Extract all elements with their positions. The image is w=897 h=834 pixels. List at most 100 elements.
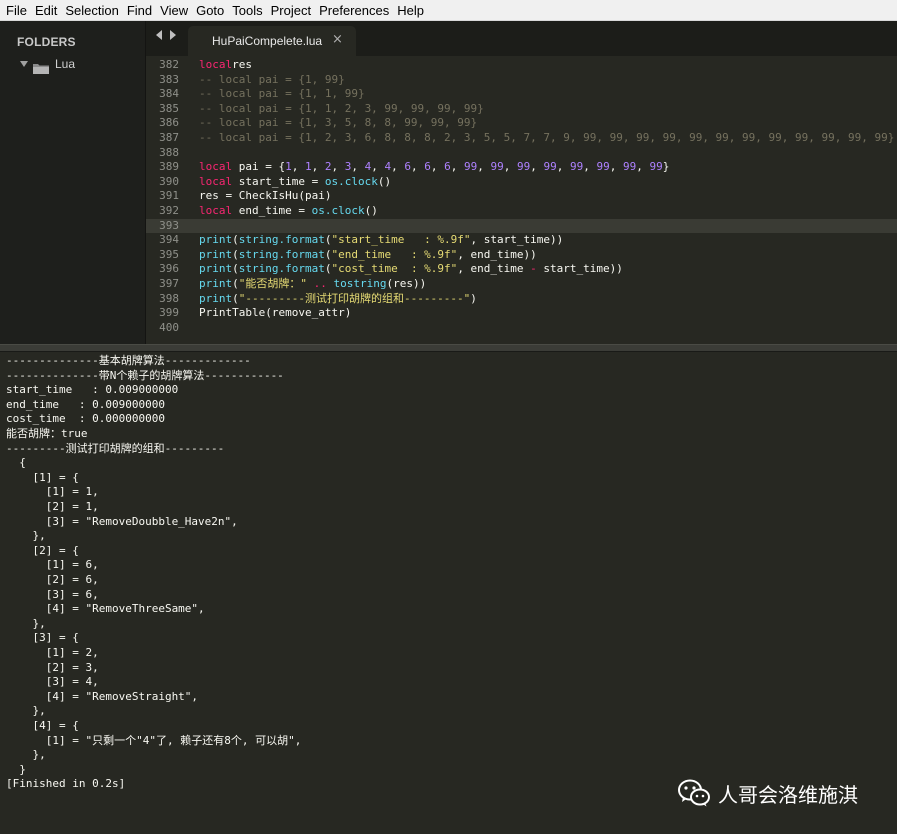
menu-bar: File Edit Selection Find View Goto Tools Projec… bbox=[0, 0, 897, 21]
panel-splitter[interactable] bbox=[0, 344, 897, 352]
code-token: 99 bbox=[490, 160, 504, 174]
code-token: local bbox=[199, 174, 233, 188]
folder-label: Lua bbox=[55, 57, 76, 71]
code-line[interactable]: -- local pai = {1, 1, 2, 3, 99, 99, 99, … bbox=[199, 102, 484, 117]
tab-navigation bbox=[156, 30, 176, 40]
line-number: 384 bbox=[159, 87, 179, 101]
code-line[interactable]: -- local pai = {1, 3, 5, 8, 8, 99, 99, 9… bbox=[199, 116, 477, 131]
code-token: , bbox=[351, 160, 365, 174]
code-line[interactable]: -- local pai = {1, 2, 3, 6, 8, 8, 8, 2, … bbox=[199, 131, 894, 146]
tab-bar: HuPaiCompelete.lua × bbox=[146, 21, 897, 56]
line-number: 400 bbox=[159, 320, 179, 334]
code-token: string.format bbox=[238, 262, 325, 276]
line-number: 389 bbox=[159, 160, 179, 174]
code-token: 6 bbox=[404, 160, 411, 174]
code-token: () bbox=[377, 174, 392, 188]
code-token: , bbox=[636, 160, 650, 174]
output-line: [1] = "只剩一个"4"了, 赖子还有8个, 可以胡", bbox=[6, 733, 302, 747]
line-number: 382 bbox=[159, 58, 179, 71]
code-token: local bbox=[199, 58, 233, 71]
menu-edit[interactable]: Edit bbox=[31, 0, 61, 21]
menu-goto[interactable]: Goto bbox=[192, 0, 228, 21]
code-editor[interactable]: 382 383 384 385 386 387 388 389 390 391 392 393 394 3… bbox=[146, 56, 897, 344]
line-number-gutter: 382 383 384 385 386 387 388 389 390 391 392 393 394 3… bbox=[146, 56, 194, 344]
code-token: } bbox=[662, 160, 670, 174]
code-token: , bbox=[391, 160, 405, 174]
code-token: "能否胡牌：" bbox=[238, 277, 307, 290]
output-line: [3] = 4, bbox=[6, 675, 99, 689]
code-line[interactable]: local pai = {1, 1, 2, 3, 4, 4, 6, 6, 6, … bbox=[199, 160, 669, 175]
expand-triangle-icon[interactable] bbox=[20, 61, 28, 67]
code-line[interactable]: localres bbox=[199, 58, 252, 73]
code-token: .. bbox=[313, 277, 327, 290]
output-line: }, bbox=[6, 704, 46, 718]
line-number: 394 bbox=[159, 233, 179, 247]
line-number: 396 bbox=[159, 262, 179, 276]
code-token: -- local pai = {1, 1, 2, 3, 99, 99, 99, … bbox=[199, 101, 484, 115]
line-number: 391 bbox=[159, 189, 179, 203]
code-token: start_time = bbox=[232, 174, 325, 188]
code-token: , bbox=[556, 160, 570, 174]
sidebar: FOLDERS Lua bbox=[0, 21, 146, 344]
code-token: 99 bbox=[596, 160, 610, 174]
code-line[interactable]: -- local pai = {1, 99} bbox=[199, 73, 345, 88]
code-token: end_time = bbox=[232, 204, 312, 217]
code-line[interactable]: -- local pai = {1, 1, 99} bbox=[199, 87, 365, 102]
code-token: , bbox=[291, 160, 305, 174]
tab-prev-icon[interactable] bbox=[156, 30, 162, 40]
code-line[interactable]: print("能否胡牌：" .. tostring(res)) bbox=[199, 277, 426, 292]
code-token: , bbox=[430, 160, 445, 174]
output-line: }, bbox=[6, 748, 46, 762]
menu-project[interactable]: Project bbox=[267, 0, 315, 21]
menu-file[interactable]: File bbox=[2, 0, 31, 21]
code-token: res bbox=[232, 58, 252, 71]
code-token: os.clock bbox=[324, 174, 378, 188]
code-token: "cost_time : %.9f" bbox=[331, 262, 458, 276]
code-line[interactable]: PrintTable(remove_attr) bbox=[199, 306, 351, 321]
code-line[interactable]: print(string.format("cost_time : %.9f", … bbox=[199, 262, 623, 277]
code-token: ( bbox=[232, 262, 239, 276]
menu-tools[interactable]: Tools bbox=[228, 0, 266, 21]
line-number: 388 bbox=[159, 145, 179, 159]
code-token: 99 bbox=[622, 160, 637, 174]
code-token: , end_time)) bbox=[457, 247, 537, 261]
close-icon[interactable]: × bbox=[332, 32, 343, 47]
code-token: ( bbox=[232, 247, 239, 261]
code-token: ) bbox=[470, 291, 477, 305]
code-token: , end_time bbox=[457, 262, 531, 276]
code-token: 6 bbox=[444, 160, 451, 174]
menu-view[interactable]: View bbox=[156, 0, 192, 21]
output-line: [4] = "RemoveThreeSame", bbox=[6, 602, 205, 616]
code-token: string.format bbox=[238, 247, 325, 261]
tab-next-icon[interactable] bbox=[170, 30, 176, 40]
code-line[interactable]: print(string.format("start_time : %.9f",… bbox=[199, 233, 563, 248]
menu-preferences[interactable]: Preferences bbox=[315, 0, 393, 21]
code-token: res = CheckIsHu(pai) bbox=[199, 189, 332, 203]
code-token: -- local pai = {1, 1, 99} bbox=[199, 87, 365, 101]
code-line[interactable]: res = CheckIsHu(pai) bbox=[199, 189, 331, 204]
watermark-text: 人哥会洛维施淇 bbox=[718, 782, 858, 807]
output-line: end_time : 0.009000000 bbox=[6, 397, 165, 411]
tab-hupaicompelete[interactable]: HuPaiCompelete.lua × bbox=[188, 26, 356, 56]
menu-find[interactable]: Find bbox=[123, 0, 156, 21]
code-token: PrintTable(remove_attr) bbox=[199, 306, 352, 320]
output-line: [4] = { bbox=[6, 719, 79, 732]
code-token: "start_time : %.9f" bbox=[331, 233, 471, 247]
code-line[interactable]: print(string.format("end_time : %.9f", e… bbox=[199, 248, 537, 263]
output-line: --------------带N个赖子的胡牌算法------------ bbox=[6, 368, 284, 382]
code-token: () bbox=[364, 204, 378, 217]
code-line[interactable]: local start_time = os.clock() bbox=[199, 175, 391, 190]
line-number: 399 bbox=[159, 306, 179, 320]
output-line: [1] = 1, bbox=[6, 485, 99, 499]
code-token: , bbox=[477, 160, 491, 174]
code-token: , bbox=[503, 160, 517, 174]
code-line[interactable]: print("---------测试打印胡牌的组和---------") bbox=[199, 292, 477, 307]
code-token: -- local pai = {1, 2, 3, 6, 8, 8, 8, 2, … bbox=[199, 131, 895, 144]
build-output-panel: --------------基本胡牌算法------------- -------… bbox=[0, 352, 897, 834]
code-line[interactable]: local end_time = os.clock() bbox=[199, 204, 378, 219]
menu-selection[interactable]: Selection bbox=[61, 0, 122, 21]
code-area[interactable]: localres -- local pai = {1, 99} -- local p… bbox=[199, 56, 897, 344]
folder-item-lua[interactable]: Lua bbox=[20, 57, 76, 74]
menu-help[interactable]: Help bbox=[393, 0, 428, 21]
